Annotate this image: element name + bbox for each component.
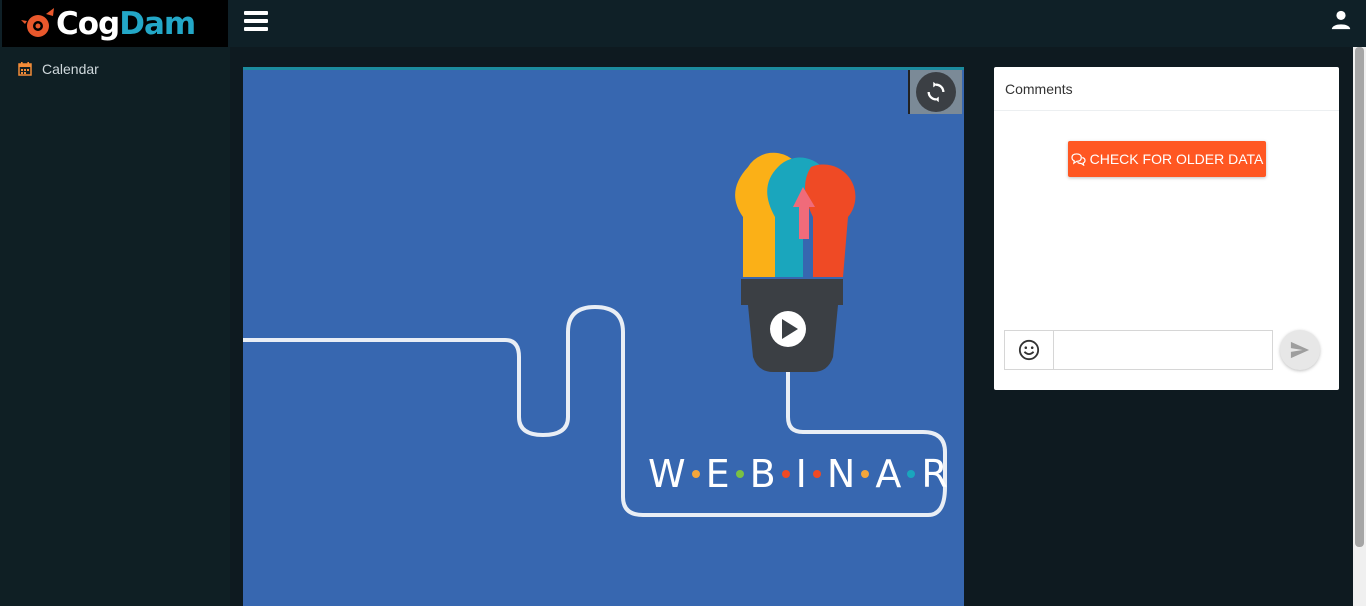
sidebar: Calendar — [0, 47, 230, 606]
refresh-icon — [927, 81, 945, 103]
brand-logo[interactable]: CogDam — [2, 0, 228, 48]
check-older-data-button[interactable]: CHECK FOR OLDER DATA — [1068, 141, 1266, 177]
video-player[interactable]: W E B I N A R — [243, 67, 964, 606]
user-icon[interactable] — [1330, 9, 1352, 31]
sidebar-item-calendar[interactable]: Calendar — [0, 47, 230, 91]
scrollbar-thumb[interactable] — [1355, 47, 1364, 547]
comments-panel: Comments CHECK FOR OLDER DATA — [994, 67, 1339, 390]
page-scrollbar[interactable] — [1353, 47, 1366, 606]
webinar-letter: N — [826, 452, 856, 496]
logo-mark-icon — [21, 8, 54, 37]
top-navbar: CogDam — [0, 0, 1366, 48]
comment-input-row — [1004, 330, 1273, 370]
webinar-title: W E B I N A R — [648, 452, 948, 496]
logo-text-cog: Cog — [56, 5, 120, 42]
comments-title: Comments — [994, 67, 1339, 111]
logo-text-dam: Dam — [119, 5, 196, 42]
webinar-letter: I — [795, 452, 807, 496]
webinar-letter: R — [921, 452, 948, 496]
smiley-icon — [1018, 339, 1040, 361]
webinar-illustration — [243, 152, 947, 517]
send-icon — [1290, 341, 1310, 359]
webinar-letter: A — [875, 452, 902, 496]
comments-icon — [1071, 152, 1086, 166]
sidebar-item-label: Calendar — [42, 61, 99, 77]
webinar-letter: B — [749, 452, 776, 496]
bulbs-group — [735, 152, 856, 277]
refresh-button[interactable] — [908, 70, 962, 114]
check-older-data-label: CHECK FOR OLDER DATA — [1089, 151, 1264, 167]
webinar-letter: E — [705, 452, 730, 496]
webinar-letter: W — [648, 452, 686, 496]
calendar-icon — [18, 62, 32, 76]
comment-input[interactable] — [1054, 331, 1272, 369]
send-button[interactable] — [1280, 330, 1320, 370]
emoji-button[interactable] — [1005, 331, 1054, 369]
hamburger-icon[interactable] — [244, 11, 268, 33]
